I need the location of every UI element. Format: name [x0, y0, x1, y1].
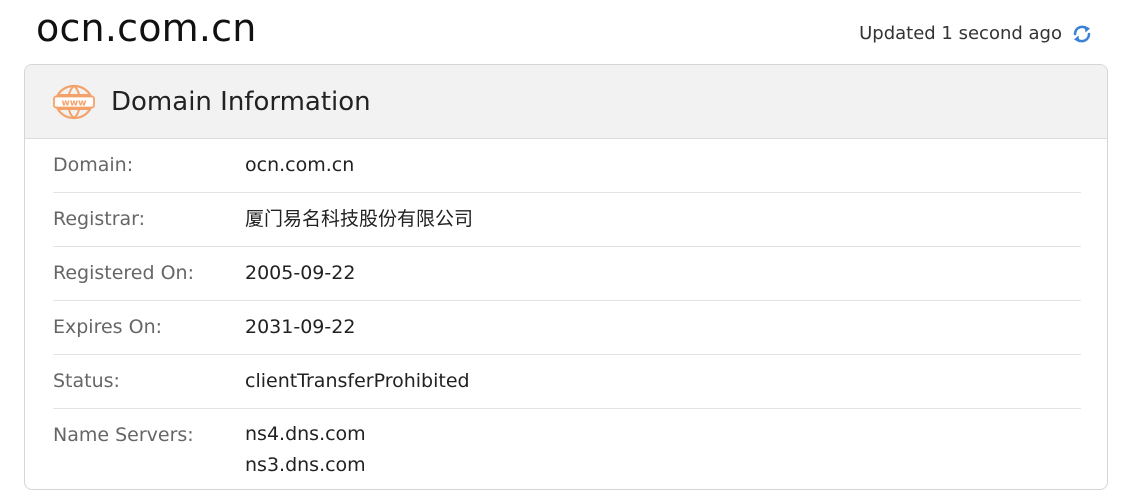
card-title: Domain Information	[111, 86, 371, 117]
name-server-item: ns3.dns.com	[245, 454, 366, 476]
row-registrar: Registrar: 厦门易名科技股份有限公司	[53, 193, 1081, 247]
row-label: Domain:	[53, 154, 134, 176]
www-globe-icon: www	[53, 84, 95, 120]
name-server-item: ns4.dns.com	[245, 423, 366, 445]
row-domain: Domain: ocn.com.cn	[53, 139, 1081, 193]
info-rows: Domain: ocn.com.cn Registrar: 厦门易名科技股份有限…	[25, 139, 1107, 481]
page-title: ocn.com.cn	[36, 6, 257, 50]
row-value: ocn.com.cn	[245, 154, 355, 176]
row-value: 2005-09-22	[245, 262, 356, 284]
domain-information-card: www Domain Information Domain: ocn.com.c…	[24, 64, 1108, 490]
row-label: Status:	[53, 370, 120, 392]
www-icon-text: www	[62, 98, 87, 108]
row-registered-on: Registered On: 2005-09-22	[53, 247, 1081, 301]
row-name-servers: Name Servers: ns4.dns.com ns3.dns.com	[53, 409, 1081, 481]
card-header: www Domain Information	[25, 65, 1107, 139]
page: ocn.com.cn Updated 1 second ago www Doma…	[0, 0, 1124, 503]
row-value: clientTransferProhibited	[245, 370, 470, 392]
name-server-list: ns4.dns.com ns3.dns.com	[245, 419, 366, 481]
row-status: Status: clientTransferProhibited	[53, 355, 1081, 409]
row-label: Name Servers:	[53, 424, 194, 446]
row-value: 厦门易名科技股份有限公司	[245, 208, 474, 230]
updated-text: Updated 1 second ago	[859, 23, 1062, 44]
row-label: Expires On:	[53, 316, 163, 338]
refresh-icon[interactable]	[1070, 22, 1094, 46]
row-label: Registered On:	[53, 262, 194, 284]
updated-status: Updated 1 second ago	[859, 22, 1094, 46]
row-expires-on: Expires On: 2031-09-22	[53, 301, 1081, 355]
row-value: 2031-09-22	[245, 316, 356, 338]
row-label: Registrar:	[53, 208, 146, 230]
